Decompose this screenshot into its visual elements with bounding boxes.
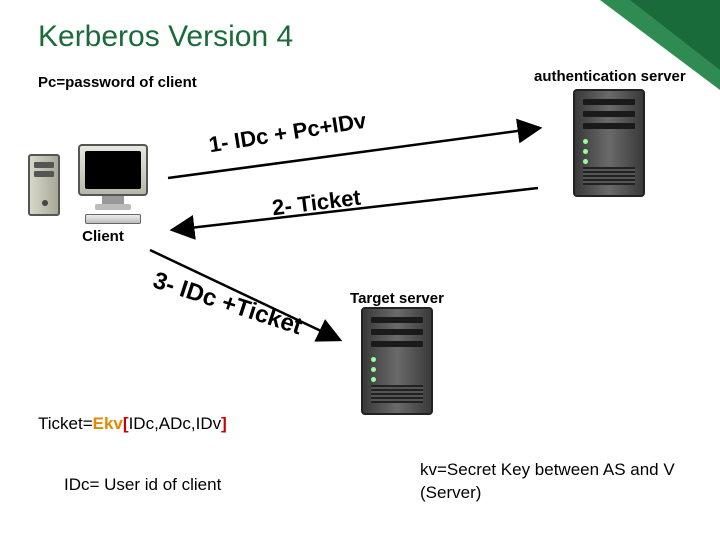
client-label: Client	[38, 228, 168, 245]
target-server-node: Target server	[332, 286, 462, 415]
message-2-label: 2- Ticket	[271, 185, 362, 222]
message-3-label: 3- IDc +Ticket	[149, 267, 305, 342]
message-1-label: 1- IDc + Pc+IDv	[207, 108, 368, 159]
auth-server-label: authentication server	[534, 68, 684, 85]
client-node: Client	[38, 144, 168, 245]
pc-definition: Pc=password of client	[38, 74, 197, 91]
keyboard-icon	[85, 214, 141, 224]
ticket-ekv: Ekv	[93, 414, 123, 433]
ticket-formula: Ticket=Ekv[IDc,ADc,IDv]	[38, 414, 227, 434]
computer-tower-icon	[28, 154, 60, 216]
kv-note: kv=Secret Key between AS and V (Server)	[420, 459, 700, 505]
page-title: Kerberos Version 4	[38, 20, 293, 54]
monitor-icon	[78, 144, 148, 196]
target-server-label: Target server	[332, 290, 462, 307]
idc-note: IDc= User id of client	[64, 475, 221, 495]
target-server-icon	[361, 307, 433, 415]
ticket-prefix: Ticket=	[38, 414, 93, 433]
auth-server-icon	[573, 89, 645, 197]
ticket-body: IDc,ADc,IDv	[129, 414, 222, 433]
ticket-rbracket: ]	[221, 414, 227, 433]
auth-server-node: authentication server	[534, 68, 684, 197]
